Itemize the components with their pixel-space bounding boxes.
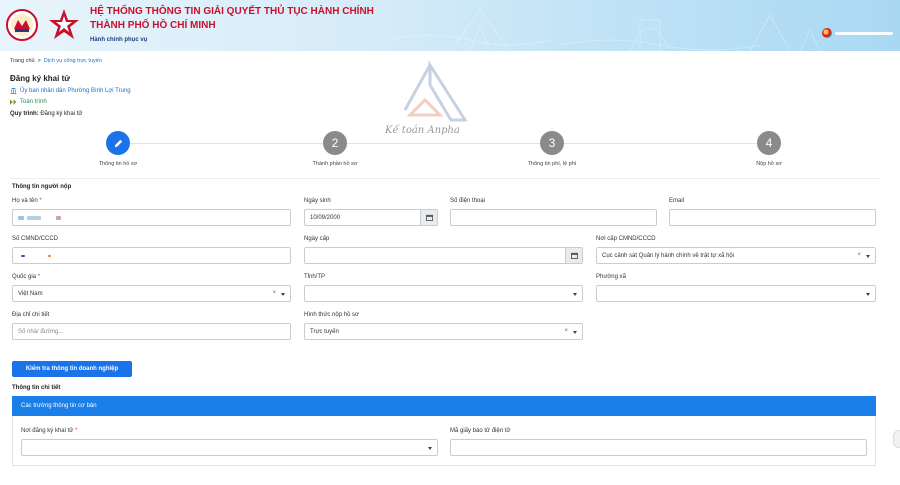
step-2[interactable]: 2 Thành phần hồ sơ <box>280 131 390 167</box>
side-panel-toggle[interactable] <box>893 430 900 448</box>
register-place-select[interactable] <box>21 439 438 456</box>
procedure-info: Quy trình: Đăng ký khai tử <box>10 111 82 117</box>
pencil-icon <box>114 139 122 147</box>
dob-input[interactable]: 10/09/2000 <box>304 209 438 226</box>
header-title-line2: THÀNH PHỐ HỒ CHÍ MINH <box>90 20 216 31</box>
full-name-input[interactable] <box>12 209 291 226</box>
user-name-redacted <box>835 31 893 35</box>
chevron-down-icon <box>866 255 870 258</box>
death-notice-input[interactable] <box>450 439 867 456</box>
breadcrumb: Trang chủ > Dịch vụ công trực tuyến <box>10 58 102 64</box>
step-4[interactable]: 4 Nộp hồ sơ <box>714 131 824 167</box>
header-background-decoration <box>389 9 821 51</box>
issue-place-label: Nơi cấp CMND/CCCD <box>596 236 656 242</box>
steps-line <box>118 143 768 144</box>
step-4-label: Nộp hồ sơ <box>756 161 782 167</box>
step-3-label: Thông tin phí, lệ phí <box>527 161 577 167</box>
dob-value: 10/09/2000 <box>310 214 341 221</box>
issue-place-clear-icon[interactable]: × <box>857 252 861 258</box>
breadcrumb-home[interactable]: Trang chủ <box>10 58 35 64</box>
country-value: Việt Nam <box>18 290 43 297</box>
watermark-text: Kế toán Anpha <box>385 125 460 136</box>
chevron-down-icon <box>573 293 577 296</box>
user-avatar-icon <box>822 28 832 38</box>
divider <box>10 178 880 179</box>
address-placeholder: Số nhà/ đường... <box>18 328 64 335</box>
agency-name: Ủy ban nhân dân Phường Bình Lợi Trung <box>20 87 131 94</box>
country-select[interactable]: Việt Nam × <box>12 285 291 302</box>
check-business-button[interactable]: Kiểm tra thông tin doanh nghiệp <box>12 361 132 377</box>
ward-select[interactable] <box>596 285 876 302</box>
site-header: HỆ THỐNG THÔNG TIN GIẢI QUYẾT THỦ TỤC HÀ… <box>0 0 900 51</box>
city-logo-icon <box>6 9 38 41</box>
method-value: Trực tuyến <box>310 328 339 335</box>
breadcrumb-separator-icon: > <box>37 58 41 64</box>
country-clear-icon[interactable]: × <box>272 290 276 296</box>
step-3[interactable]: 3 Thông tin phí, lệ phí <box>497 131 607 167</box>
section-detail-title: Thông tin chi tiết <box>12 385 61 391</box>
section-applicant-title: Thông tin người nộp <box>12 184 72 190</box>
address-input[interactable]: Số nhà/ đường... <box>12 323 291 340</box>
ward-label: Phường xã <box>596 274 626 280</box>
phone-input[interactable] <box>450 209 657 226</box>
step-2-label: Thành phần hồ sơ <box>312 161 358 167</box>
step-1-label: Thông tin hồ sơ <box>98 161 138 167</box>
issue-place-select[interactable]: Cục cảnh sát Quản lý hành chính về trật … <box>596 247 876 264</box>
issue-date-calendar-button[interactable] <box>565 248 582 263</box>
step-1[interactable]: Thông tin hồ sơ <box>63 131 173 167</box>
chevron-down-icon <box>281 293 285 296</box>
full-name-label: Họ và tên * <box>12 198 42 204</box>
chevron-down-icon <box>428 447 432 450</box>
dob-calendar-button[interactable] <box>420 210 437 225</box>
province-label: Tỉnh/TP <box>304 274 326 280</box>
basic-fields-bar: Các trường thông tin cơ bản <box>12 396 876 416</box>
email-label: Email <box>669 198 685 204</box>
user-menu[interactable] <box>822 28 893 38</box>
calendar-icon <box>570 252 578 259</box>
id-label: Số CMND/CCCD <box>12 236 59 242</box>
header-title-line1: HỆ THỐNG THÔNG TIN GIẢI QUYẾT THỦ TỤC HÀ… <box>90 6 374 17</box>
province-select[interactable] <box>304 285 583 302</box>
header-subtitle: Hành chính phục vụ <box>90 37 148 43</box>
issue-place-value: Cục cảnh sát Quản lý hành chính về trật … <box>602 252 735 259</box>
chevron-down-icon <box>866 293 870 296</box>
method-clear-icon[interactable]: × <box>564 328 568 334</box>
double-chevron-icon <box>10 99 17 105</box>
scope-label: Toàn trình <box>20 99 47 105</box>
step-2-circle: 2 <box>323 131 347 155</box>
dob-label: Ngày sinh <box>304 198 331 204</box>
address-label: Địa chỉ chi tiết <box>12 312 50 318</box>
star-logo-icon <box>49 9 79 39</box>
procedure-value: Đăng ký khai tử <box>40 111 83 117</box>
step-3-circle: 3 <box>540 131 564 155</box>
step-4-circle: 4 <box>757 131 781 155</box>
breadcrumb-current[interactable]: Dịch vụ công trực tuyến <box>44 58 102 64</box>
id-input[interactable] <box>12 247 291 264</box>
chevron-down-icon <box>573 331 577 334</box>
country-label: Quốc gia * <box>12 274 41 280</box>
email-input[interactable] <box>669 209 876 226</box>
issue-date-input[interactable] <box>304 247 583 264</box>
step-1-circle <box>106 131 130 155</box>
page-title: Đăng ký khai tử <box>10 74 71 83</box>
death-notice-label: Mã giấy báo tử điện tử <box>450 428 511 434</box>
building-icon <box>10 87 17 94</box>
method-select[interactable]: Trực tuyến × <box>304 323 583 340</box>
issue-date-label: Ngày cấp <box>304 236 330 242</box>
scope-info: Toàn trình <box>10 99 47 105</box>
register-place-label: Nơi đăng ký khai tử * <box>21 428 78 434</box>
method-label: Hình thức nộp hồ sơ <box>304 312 359 318</box>
procedure-label: Quy trình: <box>10 111 39 117</box>
agency-info: Ủy ban nhân dân Phường Bình Lợi Trung <box>10 87 131 94</box>
phone-label: Số điện thoại <box>450 198 486 204</box>
calendar-icon <box>425 214 433 221</box>
